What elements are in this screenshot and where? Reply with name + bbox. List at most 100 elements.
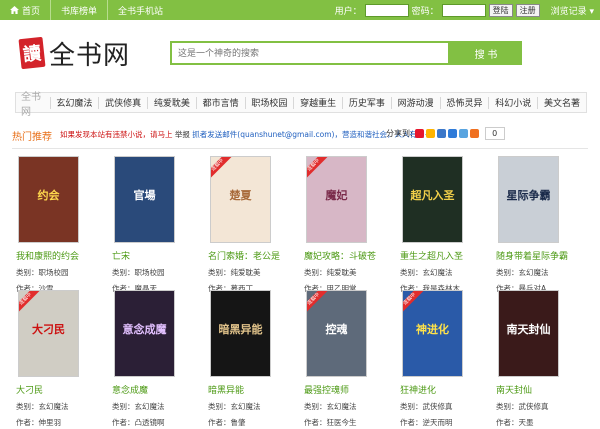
top-nav: 首页 书库榜单 全书手机站 [0, 0, 173, 20]
book-cover[interactable]: 意念成魔 [114, 290, 175, 377]
tab-lishi[interactable]: 历史军事 [343, 96, 391, 109]
home-link[interactable]: 首页 [0, 0, 50, 20]
book-category-row: 类别：玄幻魔法 [400, 267, 476, 278]
book-title[interactable]: 魔妃攻略：斗破苍 [304, 249, 380, 262]
tab-zhichang[interactable]: 职场校园 [245, 96, 293, 109]
book-card[interactable]: 楚夏 连载中 名门索婚：老公是 类别：纯爱耽美 作者：慕西丁 [208, 156, 284, 294]
book-cover[interactable]: 魔妃 连载中 [306, 156, 367, 243]
book-card[interactable]: 约会 我和康熙的约会 类别：职场校园 作者：沙雪 [16, 156, 92, 294]
book-category-row: 类别：职场校园 [16, 267, 92, 278]
tab-chunai[interactable]: 纯爱耽美 [148, 96, 196, 109]
cover-text: 魔妃 [325, 188, 348, 202]
book-cover[interactable]: 约会 [18, 156, 79, 243]
book-cover[interactable]: 楚夏 连载中 [210, 156, 271, 243]
tencent-weibo-icon[interactable] [436, 129, 446, 138]
category-label: 类别： [400, 268, 423, 277]
book-title[interactable]: 暗黑异能 [208, 383, 284, 396]
book-title[interactable]: 南天封仙 [496, 383, 572, 396]
register-button[interactable]: 注册 [515, 3, 540, 17]
category-label: 类别： [112, 402, 135, 411]
book-cover[interactable]: 官場 [114, 156, 175, 243]
tab-wangyou[interactable]: 网游动漫 [392, 96, 440, 109]
report-notice: 如果发现本站有违禁小说，请马上 举报 抓者发送邮件(quanshunet@gma… [60, 129, 431, 140]
browse-history-dropdown[interactable]: 浏览记录 ▾ [551, 4, 594, 17]
book-author-row: 作者：狂医今生 [304, 417, 380, 428]
book-title[interactable]: 随身带着星际争霸 [496, 249, 572, 262]
tab-kongbu[interactable]: 恐怖灵异 [440, 96, 488, 109]
author-label: 作者： [208, 418, 231, 427]
category-nav: 全书网 玄幻魔法 武侠修真 纯爱耽美 都市言情 职场校园 穿越重生 历史军事 网… [15, 92, 587, 118]
book-category: 玄幻魔法 [326, 402, 357, 411]
book-cover[interactable]: 暗黑异能 [210, 290, 271, 377]
site-logo[interactable]: 讀 全书网 [18, 36, 140, 71]
search-input[interactable] [172, 43, 448, 63]
book-title[interactable]: 重生之超凡入圣 [400, 249, 476, 262]
share-count: 0 [484, 127, 505, 140]
book-category: 职场校园 [38, 268, 69, 277]
book-card[interactable]: 官場 亡宋 类别：职场校园 作者：魔晶天 [112, 156, 188, 294]
book-card[interactable]: 超凡入圣 重生之超凡入圣 类别：玄幻魔法 作者：我是森林木 [400, 156, 476, 294]
more-share-icon[interactable] [469, 129, 479, 138]
book-category-row: 类别：纯爱耽美 [208, 267, 284, 278]
book-category-row: 类别：职场校园 [112, 267, 188, 278]
tab-kehuan[interactable]: 科幻小说 [489, 96, 537, 109]
book-title[interactable]: 我和康熙的约会 [16, 249, 92, 262]
book-card[interactable]: 暗黑异能 暗黑异能 类别：玄幻魔法 作者：鲁肇 [208, 290, 284, 428]
tab-chuanyue[interactable]: 穿越重生 [294, 96, 342, 109]
search-box [170, 41, 450, 65]
book-title[interactable]: 名门索婚：老公是 [208, 249, 284, 262]
book-grid: 约会 我和康熙的约会 类别：职场校园 作者：沙雪 官場 亡宋 类别：职场校园 作… [16, 156, 596, 429]
book-title[interactable]: 最强控魂师 [304, 383, 380, 396]
category-label: 类别： [208, 268, 231, 277]
cover-text: 神进化 [416, 322, 449, 336]
book-category-row: 类别：武侠修真 [400, 401, 476, 412]
book-title[interactable]: 狂神进化 [400, 383, 476, 396]
tab-wuxia[interactable]: 武侠修真 [99, 96, 147, 109]
home-icon [10, 6, 19, 14]
book-cover[interactable]: 大刁民 连载中 [18, 290, 79, 377]
tab-meiwen[interactable]: 美文名著 [538, 96, 586, 109]
qzone-icon[interactable] [425, 129, 435, 138]
book-card[interactable]: 魔妃 连载中 魔妃攻略：斗破苍 类别：纯爱耽美 作者：甲乙明堂 [304, 156, 380, 294]
nav-home[interactable]: 全书网 [16, 88, 50, 118]
book-title[interactable]: 意念成魔 [112, 383, 188, 396]
ranking-link[interactable]: 书库榜单 [50, 0, 107, 20]
username-input[interactable] [364, 3, 409, 17]
book-category: 武侠修真 [422, 402, 453, 411]
tab-xuanhuan[interactable]: 玄幻魔法 [50, 96, 98, 109]
cover-text: 意念成魔 [122, 322, 167, 336]
cover-text: 楚夏 [229, 188, 252, 202]
weibo-icon[interactable] [414, 129, 424, 138]
book-cover[interactable]: 超凡入圣 [402, 156, 463, 243]
report-link[interactable]: 举报 [175, 130, 190, 139]
book-cover[interactable]: 神进化 连载中 [402, 290, 463, 377]
login-button[interactable]: 登陆 [488, 3, 513, 17]
mobile-site-link[interactable]: 全书手机站 [107, 0, 173, 20]
tab-dushi[interactable]: 都市言情 [197, 96, 245, 109]
search-button[interactable]: 搜 书 [450, 41, 522, 65]
category-label: 类别： [16, 402, 39, 411]
cover-text: 南天封仙 [506, 322, 551, 336]
book-category: 武侠修真 [518, 402, 549, 411]
book-card[interactable]: 星际争霸 随身带着星际争霸 类别：玄幻魔法 作者：暴兵对A [496, 156, 572, 294]
book-title[interactable]: 大刁民 [16, 383, 92, 396]
book-card[interactable]: 神进化 连载中 狂神进化 类别：武侠修真 作者：逆天而明 [400, 290, 476, 428]
book-author: 逆天而明 [422, 418, 453, 427]
book-card[interactable]: 控魂 连载中 最强控魂师 类别：玄幻魔法 作者：狂医今生 [304, 290, 380, 428]
notice-text: 如果发现本站有违禁小说，请马上 [60, 130, 173, 139]
kaixin-icon[interactable] [458, 129, 468, 138]
book-title[interactable]: 亡宋 [112, 249, 188, 262]
book-card[interactable]: 大刁民 连载中 大刁民 类别：玄幻魔法 作者：伸里羽 [16, 290, 92, 428]
mobile-site-label: 全书手机站 [118, 6, 164, 17]
book-card[interactable]: 南天封仙 南天封仙 类别：武侠修真 作者：天墨 [496, 290, 572, 428]
password-label: 密码： [411, 6, 439, 17]
book-cover[interactable]: 南天封仙 [498, 290, 559, 377]
renren-icon[interactable] [447, 129, 457, 138]
book-cover[interactable]: 控魂 连载中 [306, 290, 367, 377]
home-link-label: 首页 [22, 6, 41, 17]
category-label: 类别： [304, 268, 327, 277]
book-card[interactable]: 意念成魔 意念成魔 类别：玄幻魔法 作者：凸透镜啊 [112, 290, 188, 428]
password-input[interactable] [441, 3, 486, 17]
book-category-row: 类别：玄幻魔法 [304, 401, 380, 412]
book-cover[interactable]: 星际争霸 [498, 156, 559, 243]
